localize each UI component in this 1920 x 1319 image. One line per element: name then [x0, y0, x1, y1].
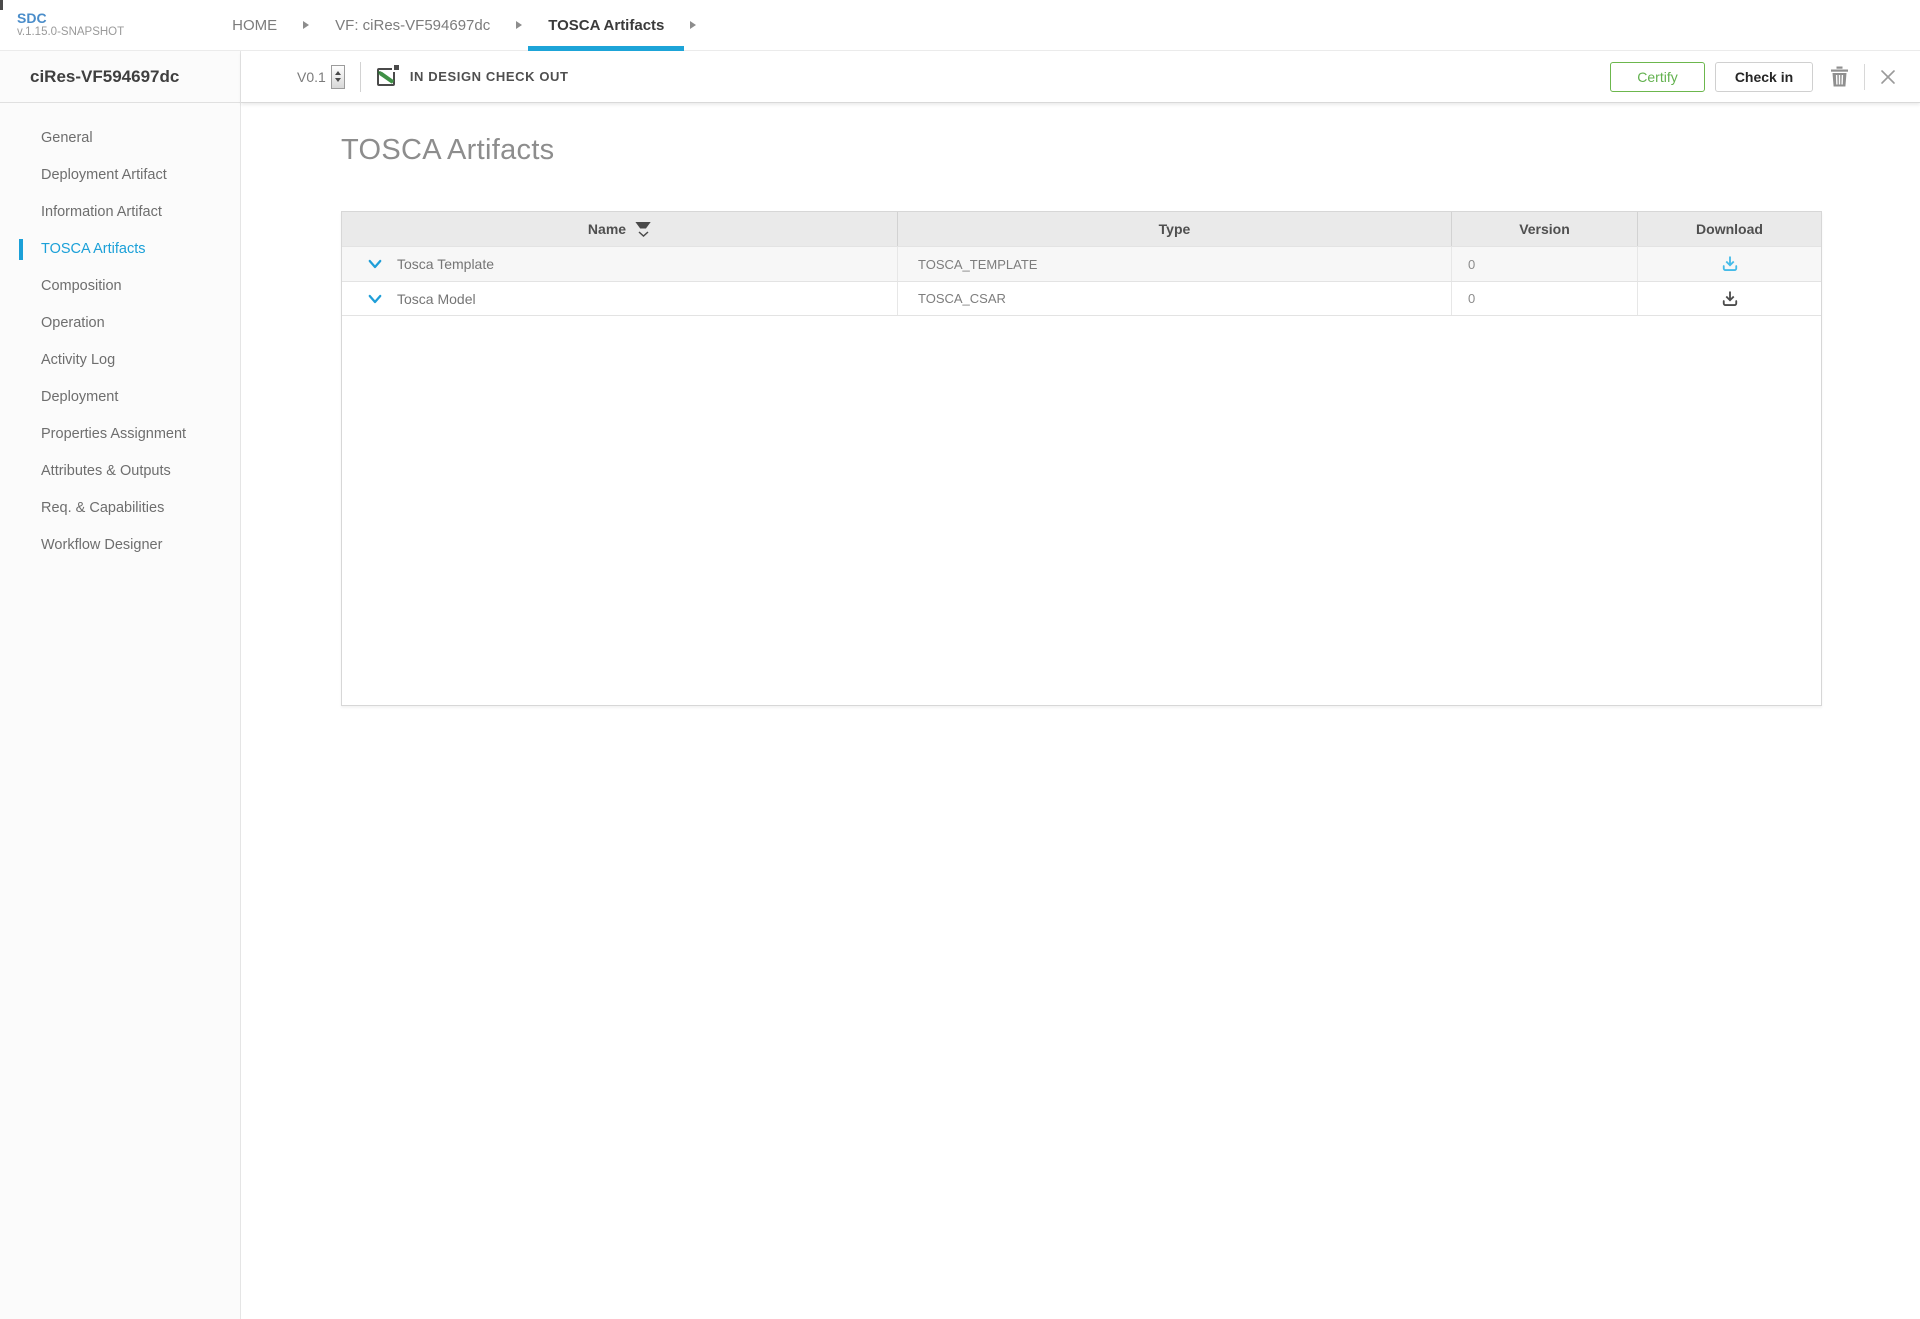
top-header-bar: SDC v.1.15.0-SNAPSHOT HOME VF: ciRes-VF5…	[0, 0, 1920, 51]
artifact-type: TOSCA_CSAR	[898, 282, 1452, 315]
download-button[interactable]	[1717, 251, 1743, 277]
tosca-artifacts-table: Name Type Version Download Tosca Templat…	[341, 211, 1822, 706]
breadcrumb: HOME VF: ciRes-VF594697dc TOSCA Artifact…	[212, 0, 702, 50]
version-spinner-icon[interactable]	[331, 65, 345, 89]
sdc-version-text: v.1.15.0-SNAPSHOT	[17, 26, 124, 39]
sidebar: ciRes-VF594697dc General Deployment Arti…	[0, 51, 241, 1319]
component-name-title: ciRes-VF594697dc	[30, 67, 179, 87]
toolbar-divider	[360, 62, 361, 92]
sidebar-item-workflow-designer[interactable]: Workflow Designer	[0, 527, 240, 564]
expand-chevron-down-icon[interactable]	[366, 290, 384, 308]
tab-vf-cires[interactable]: VF: ciRes-VF594697dc	[315, 0, 510, 50]
check-in-button[interactable]: Check in	[1715, 62, 1813, 92]
breadcrumb-separator-icon	[297, 0, 315, 50]
table-row-tosca-model[interactable]: Tosca Model TOSCA_CSAR 0	[342, 281, 1821, 316]
download-icon	[1720, 289, 1740, 309]
table-header-row: Name Type Version Download	[342, 212, 1821, 246]
checkout-notepad-pencil-icon	[376, 65, 399, 88]
close-button[interactable]	[1880, 69, 1896, 85]
sdc-logo-text: SDC	[17, 10, 124, 26]
expand-chevron-down-icon[interactable]	[366, 255, 384, 273]
name-cell: Tosca Model	[342, 282, 898, 315]
table-row-tosca-template[interactable]: Tosca Template TOSCA_TEMPLATE 0	[342, 246, 1821, 281]
artifact-type: TOSCA_TEMPLATE	[898, 247, 1452, 281]
sidebar-item-activity-log[interactable]: Activity Log	[0, 342, 240, 379]
column-header-type: Type	[898, 212, 1452, 246]
version-value: V0.1	[297, 69, 326, 85]
name-cell: Tosca Template	[342, 247, 898, 281]
sidebar-item-deployment[interactable]: Deployment	[0, 379, 240, 416]
lifecycle-toolbar: V0.1 IN DESIGN CHECK OUT Certify Check i…	[241, 51, 1920, 103]
sidebar-nav: General Deployment Artifact Information …	[0, 103, 240, 564]
sidebar-item-information-artifact[interactable]: Information Artifact	[0, 194, 240, 231]
certify-button[interactable]: Certify	[1610, 62, 1705, 92]
artifact-version: 0	[1452, 282, 1638, 315]
download-cell	[1638, 247, 1821, 281]
download-button[interactable]	[1717, 286, 1743, 312]
artifact-name: Tosca Template	[397, 256, 494, 272]
column-header-version: Version	[1452, 212, 1638, 246]
download-icon	[1720, 254, 1740, 274]
version-selector[interactable]: V0.1	[297, 65, 345, 89]
sidebar-item-composition[interactable]: Composition	[0, 268, 240, 305]
tab-tosca-artifacts[interactable]: TOSCA Artifacts	[528, 0, 684, 50]
column-header-name[interactable]: Name	[342, 212, 898, 246]
download-cell	[1638, 282, 1821, 315]
delete-button[interactable]	[1830, 66, 1849, 87]
sidebar-item-deployment-artifact[interactable]: Deployment Artifact	[0, 157, 240, 194]
sidebar-item-properties-assignment[interactable]: Properties Assignment	[0, 416, 240, 453]
lifecycle-state: IN DESIGN CHECK OUT	[376, 65, 569, 88]
lifecycle-state-label: IN DESIGN CHECK OUT	[410, 69, 569, 84]
artifact-name: Tosca Model	[397, 291, 476, 307]
sidebar-header: ciRes-VF594697dc	[0, 51, 240, 103]
sidebar-item-general[interactable]: General	[0, 120, 240, 157]
tab-home[interactable]: HOME	[212, 0, 297, 50]
corner-mark	[0, 0, 3, 10]
breadcrumb-separator-icon	[684, 0, 702, 50]
column-header-download: Download	[1638, 212, 1821, 246]
artifact-version: 0	[1452, 247, 1638, 281]
breadcrumb-separator-icon	[510, 0, 528, 50]
sdc-logo[interactable]: SDC v.1.15.0-SNAPSHOT	[17, 0, 124, 50]
sort-icon[interactable]	[635, 222, 651, 237]
main-area: V0.1 IN DESIGN CHECK OUT Certify Check i…	[241, 51, 1920, 1319]
page-title: TOSCA Artifacts	[341, 134, 1920, 167]
close-icon	[1880, 69, 1896, 85]
sidebar-item-attributes-outputs[interactable]: Attributes & Outputs	[0, 453, 240, 490]
sidebar-item-tosca-artifacts[interactable]: TOSCA Artifacts	[0, 231, 240, 268]
sidebar-item-req-capabilities[interactable]: Req. & Capabilities	[0, 490, 240, 527]
toolbar-divider	[1864, 64, 1865, 90]
trash-icon	[1830, 66, 1849, 87]
sidebar-item-operation[interactable]: Operation	[0, 305, 240, 342]
